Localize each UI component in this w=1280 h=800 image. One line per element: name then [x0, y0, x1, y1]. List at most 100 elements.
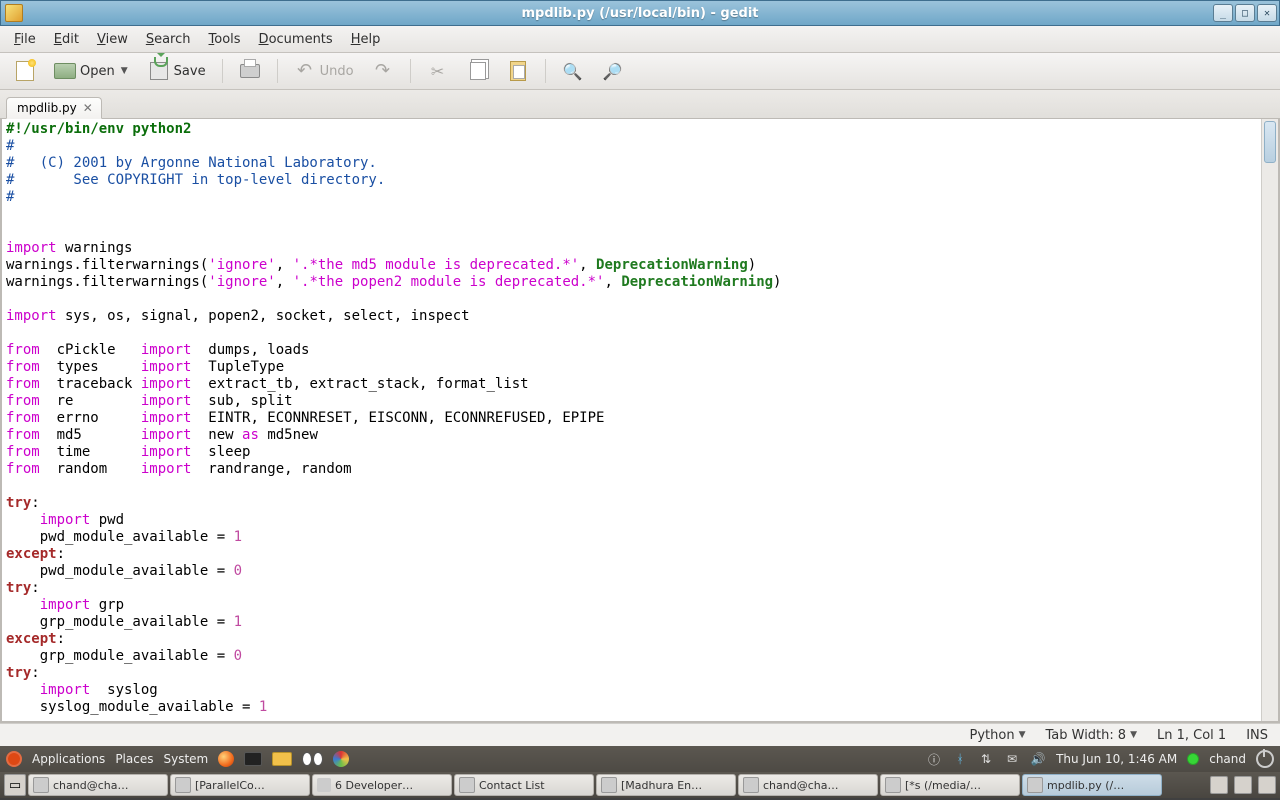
- file-manager-icon[interactable]: [272, 752, 292, 766]
- toolbar-separator: [222, 59, 223, 83]
- xeyes-icon[interactable]: [302, 752, 323, 766]
- document-tab[interactable]: mpdlib.py ✕: [6, 97, 102, 119]
- volume-icon[interactable]: 🔊: [1030, 751, 1046, 767]
- task-button[interactable]: Contact List: [454, 774, 594, 796]
- insert-mode: INS: [1246, 728, 1268, 743]
- undo-button[interactable]: ↶ Undo: [288, 57, 360, 85]
- task-button[interactable]: chand@cha…: [28, 774, 168, 796]
- close-tab-icon[interactable]: ✕: [83, 101, 93, 115]
- save-button[interactable]: Save: [142, 57, 212, 85]
- toolbar: Open ▼ Save ↶ Undo ↷ ✂ 🔍 🔎: [0, 53, 1280, 90]
- app-icon: [5, 4, 23, 22]
- app-icon: [601, 777, 617, 793]
- find-button[interactable]: 🔍: [556, 57, 590, 85]
- task-button[interactable]: [Madhura En…: [596, 774, 736, 796]
- redo-button[interactable]: ↷: [366, 57, 400, 85]
- close-button[interactable]: ✕: [1257, 4, 1277, 22]
- tabwidth-label: Tab Width:: [1045, 728, 1113, 743]
- undo-label: Undo: [320, 64, 354, 79]
- menu-view[interactable]: View: [89, 30, 136, 49]
- copy-icon: [467, 60, 489, 82]
- tabwidth-value: 8: [1118, 728, 1126, 743]
- firefox-icon: [317, 778, 331, 792]
- menu-tools[interactable]: Tools: [201, 30, 249, 49]
- replace-button[interactable]: 🔎: [596, 57, 630, 85]
- status-bar: Python ▼ Tab Width: 8 ▼ Ln 1, Col 1 INS: [0, 723, 1280, 746]
- task-button[interactable]: [ParallelCo…: [170, 774, 310, 796]
- paste-button[interactable]: [501, 57, 535, 85]
- chevron-down-icon: ▼: [119, 66, 130, 76]
- task-button[interactable]: chand@cha…: [738, 774, 878, 796]
- show-desktop-button[interactable]: ▭: [4, 774, 26, 796]
- print-icon: [239, 60, 261, 82]
- terminal-icon[interactable]: [244, 752, 262, 766]
- copy-button[interactable]: [461, 57, 495, 85]
- app-icon: [459, 777, 475, 793]
- menu-documents[interactable]: Documents: [251, 30, 341, 49]
- toolbar-separator: [410, 59, 411, 83]
- menubar: File Edit View Search Tools Documents He…: [0, 26, 1280, 53]
- system-tray: [1210, 776, 1276, 794]
- save-label: Save: [174, 64, 206, 79]
- app-icon: [885, 777, 901, 793]
- power-icon[interactable]: [1256, 750, 1274, 768]
- language-selector[interactable]: Python ▼: [970, 728, 1026, 743]
- scrollbar-thumb[interactable]: [1264, 121, 1276, 163]
- workspace-switcher[interactable]: [1234, 776, 1252, 794]
- open-button[interactable]: Open ▼: [48, 57, 136, 85]
- trash-icon[interactable]: [1258, 776, 1276, 794]
- task-button[interactable]: 6 Developer…: [312, 774, 452, 796]
- gnome-panel-bottom: ▭ chand@cha… [ParallelCo… 6 Developer… C…: [0, 772, 1280, 798]
- maximize-button[interactable]: □: [1235, 4, 1255, 22]
- cursor-position: Ln 1, Col 1: [1157, 728, 1226, 743]
- source-editor[interactable]: #!/usr/bin/env python2 # # (C) 2001 by A…: [2, 119, 1278, 721]
- print-button[interactable]: [233, 57, 267, 85]
- workspace-switcher[interactable]: [1210, 776, 1228, 794]
- menu-help[interactable]: Help: [343, 30, 389, 49]
- clock[interactable]: Thu Jun 10, 1:46 AM: [1056, 752, 1177, 766]
- save-icon: [148, 60, 170, 82]
- terminal-icon: [743, 777, 759, 793]
- new-file-icon: [14, 60, 36, 82]
- editor-container: #!/usr/bin/env python2 # # (C) 2001 by A…: [0, 119, 1280, 723]
- undo-icon: ↶: [294, 60, 316, 82]
- user-menu[interactable]: chand: [1209, 752, 1246, 766]
- notification-icon[interactable]: ⓘ: [926, 751, 942, 767]
- task-button[interactable]: [*s (/media/…: [880, 774, 1020, 796]
- language-label: Python: [970, 728, 1015, 743]
- ubuntu-logo-icon[interactable]: [6, 751, 22, 767]
- launcher-icon[interactable]: [333, 751, 349, 767]
- task-button-active[interactable]: mpdlib.py (/…: [1022, 774, 1162, 796]
- bluetooth-icon[interactable]: ᚼ: [952, 751, 968, 767]
- window-titlebar: mpdlib.py (/usr/local/bin) - gedit _ □ ✕: [0, 0, 1280, 26]
- open-label: Open: [80, 64, 115, 79]
- network-icon[interactable]: ⇅: [978, 751, 994, 767]
- presence-available-icon[interactable]: [1187, 753, 1199, 765]
- tabwidth-selector[interactable]: Tab Width: 8 ▼: [1045, 728, 1137, 743]
- firefox-icon[interactable]: [218, 751, 234, 767]
- menu-file[interactable]: File: [6, 30, 44, 49]
- menu-edit[interactable]: Edit: [46, 30, 87, 49]
- document-tab-label: mpdlib.py: [17, 101, 77, 115]
- document-tab-row: mpdlib.py ✕: [0, 90, 1280, 119]
- menu-search[interactable]: Search: [138, 30, 199, 49]
- applications-menu[interactable]: Applications: [32, 752, 105, 766]
- system-menu[interactable]: System: [163, 752, 208, 766]
- gedit-icon: [1027, 777, 1043, 793]
- toolbar-separator: [277, 59, 278, 83]
- places-menu[interactable]: Places: [115, 752, 153, 766]
- mail-icon[interactable]: ✉: [1004, 751, 1020, 767]
- toolbar-separator: [545, 59, 546, 83]
- new-button[interactable]: [8, 57, 42, 85]
- find-icon: 🔍: [562, 60, 584, 82]
- folder-open-icon: [54, 60, 76, 82]
- cut-button[interactable]: ✂: [421, 57, 455, 85]
- paste-icon: [507, 60, 529, 82]
- chevron-down-icon: ▼: [1130, 730, 1137, 740]
- app-icon: [175, 777, 191, 793]
- chevron-down-icon: ▼: [1019, 730, 1026, 740]
- terminal-icon: [33, 777, 49, 793]
- vertical-scrollbar[interactable]: [1261, 119, 1278, 721]
- minimize-button[interactable]: _: [1213, 4, 1233, 22]
- gnome-panel-top: Applications Places System ⓘ ᚼ ⇅ ✉ 🔊 Thu…: [0, 746, 1280, 772]
